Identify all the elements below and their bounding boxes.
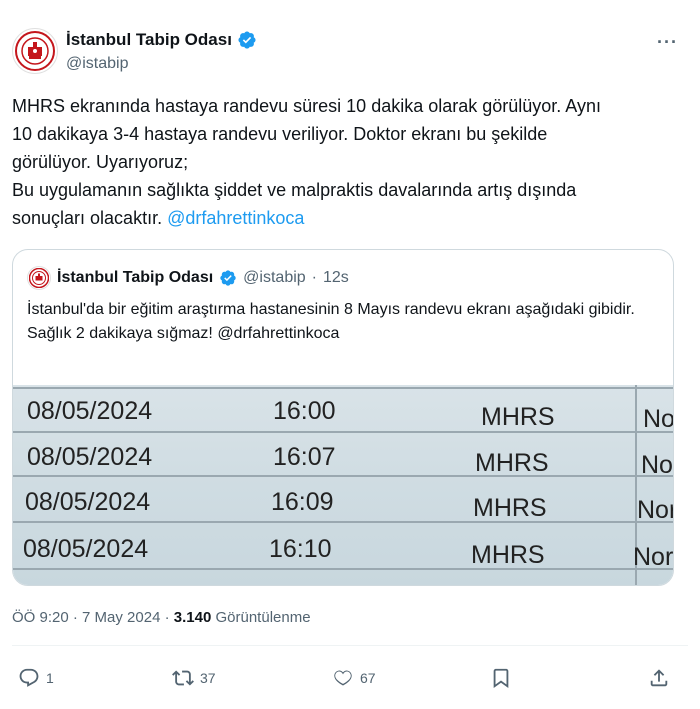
istanbul-tabip-odasi-logo-icon <box>15 31 55 71</box>
tweet-line-3: görülüyor. Uyarıyoruz; <box>12 152 189 172</box>
retweet-icon <box>172 670 194 686</box>
row-status: Nor <box>633 543 674 571</box>
tweet-time[interactable]: ÖÖ 9:20 <box>12 609 69 626</box>
row-time: 16:00 <box>273 397 336 425</box>
retweet-button[interactable]: 37 <box>172 667 216 689</box>
views-count: 3.140 <box>173 609 212 626</box>
like-count: 67 <box>360 670 376 686</box>
quoted-author-handle: @istabip <box>243 269 306 286</box>
tweet-line-5: sonuçları olacaktır. <box>12 208 168 228</box>
istanbul-tabip-odasi-logo-icon <box>29 268 49 288</box>
quoted-tweet-header: İstanbul Tabip Odası @istabip · 12s <box>27 266 349 290</box>
quoted-separator: · <box>311 269 317 286</box>
image-table-row: 08/05/2024 16:09 MHRS Nor <box>13 482 674 524</box>
meta-separator: · <box>68 609 83 626</box>
row-time: 16:10 <box>269 535 332 563</box>
verified-badge-icon <box>238 31 256 49</box>
quoted-author-name: İstanbul Tabip Odası <box>57 269 214 286</box>
row-source: MHRS <box>471 541 545 569</box>
tweet-line-4: Bu uygulamanın sağlıkta şiddet ve malpra… <box>12 180 577 200</box>
row-date: 08/05/2024 <box>25 488 151 516</box>
row-source: MHRS <box>473 494 547 522</box>
quoted-tweet-image[interactable]: 08/05/2024 16:00 MHRS No 08/05/2024 16:0… <box>13 385 674 585</box>
heart-icon <box>334 670 352 686</box>
row-date: 08/05/2024 <box>27 443 153 471</box>
row-source: MHRS <box>475 449 549 477</box>
retweet-count: 37 <box>200 670 216 686</box>
reply-icon <box>19 668 39 687</box>
action-bar: 1 37 67 <box>0 664 700 694</box>
row-status: Nor <box>637 496 674 524</box>
reply-button[interactable]: 1 <box>18 667 54 689</box>
quoted-tweet-text: İstanbul'da bir eğitim araştırma hastane… <box>27 301 635 342</box>
row-time: 16:07 <box>273 443 336 471</box>
share-icon <box>650 669 668 687</box>
row-source: MHRS <box>481 403 555 431</box>
tweet-meta: ÖÖ 9:20 · 7 May 2024 · 3.140 Görüntülenm… <box>12 609 311 626</box>
tweet-line-1: MHRS ekranında hastaya randevu süresi 10… <box>12 96 601 116</box>
table-grid-line <box>13 431 673 433</box>
image-table-row: 08/05/2024 16:10 MHRS Nor <box>13 529 674 571</box>
avatar[interactable] <box>12 28 58 74</box>
bookmark-button[interactable] <box>490 667 512 689</box>
verified-badge-icon <box>220 270 236 286</box>
divider <box>12 645 688 646</box>
row-date: 08/05/2024 <box>27 397 153 425</box>
row-status: No <box>641 451 673 479</box>
reply-count: 1 <box>46 670 54 686</box>
share-button[interactable] <box>648 667 670 689</box>
quoted-avatar <box>27 266 51 290</box>
like-button[interactable]: 67 <box>332 667 376 689</box>
views-label: Görüntülenme <box>211 609 311 626</box>
row-status: No <box>643 405 674 433</box>
tweet-card: İstanbul Tabip Odası @istabip ··· MHRS e… <box>0 0 700 709</box>
author-name-row[interactable]: İstanbul Tabip Odası <box>66 30 257 50</box>
tweet-text: MHRS ekranında hastaya randevu süresi 10… <box>12 92 682 232</box>
tweet-date[interactable]: 7 May 2024 <box>82 609 160 626</box>
tweet-line-2: 10 dakikaya 3-4 hastaya randevu veriliyo… <box>12 124 548 144</box>
image-table-row: 08/05/2024 16:00 MHRS No <box>13 391 674 433</box>
image-table-row: 08/05/2024 16:07 MHRS No <box>13 437 673 479</box>
meta-separator: · <box>160 609 174 626</box>
row-time: 16:09 <box>271 488 334 516</box>
quoted-time: 12s <box>323 269 349 286</box>
row-date: 08/05/2024 <box>23 535 149 563</box>
table-grid-line <box>13 387 673 389</box>
more-options-button[interactable]: ··· <box>657 32 678 53</box>
author-handle[interactable]: @istabip <box>66 55 129 73</box>
author-name[interactable]: İstanbul Tabip Odası <box>66 30 232 50</box>
mention-link[interactable]: @drfahrettinkoca <box>167 208 304 228</box>
bookmark-icon <box>493 668 509 689</box>
quoted-tweet[interactable]: İstanbul Tabip Odası @istabip · 12s İsta… <box>12 249 674 586</box>
